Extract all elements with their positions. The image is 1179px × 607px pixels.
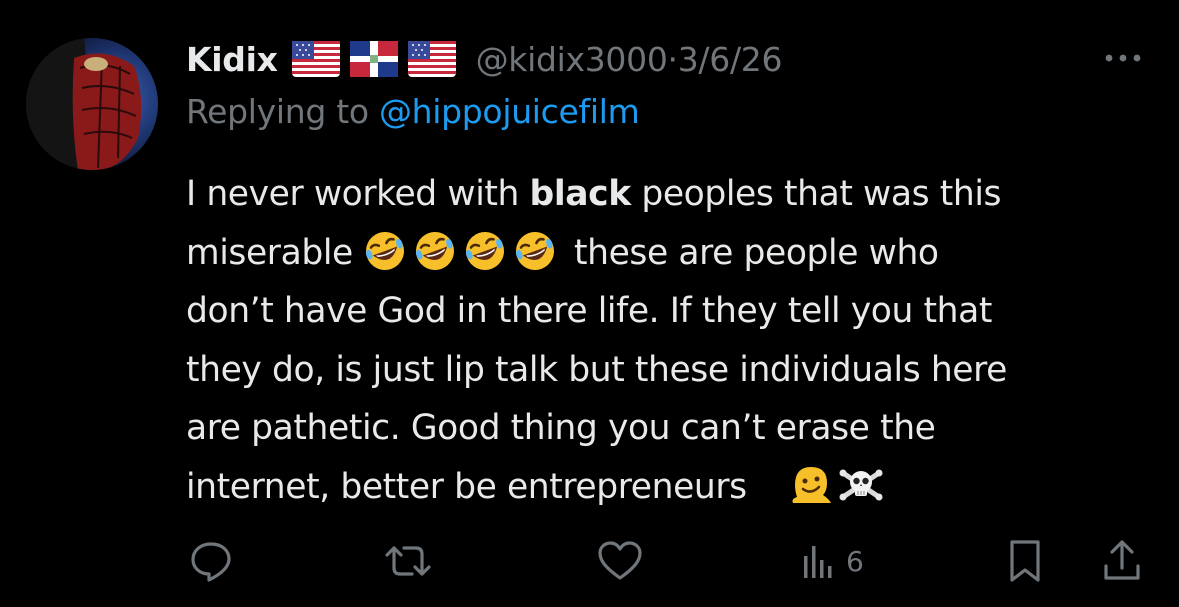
text-segment: I never worked with	[186, 174, 530, 214]
tweet-text: I never worked with black peoples that w…	[186, 165, 1161, 516]
tweet-text-line: they do, is just lip talk but these indi…	[186, 349, 1007, 390]
tweet-actions: 6	[0, 530, 1179, 590]
like-icon	[598, 541, 642, 580]
rolling-on-floor-laughing-emoji-icon	[463, 229, 507, 273]
reply-icon	[191, 542, 231, 582]
bookmark-button[interactable]	[1005, 538, 1045, 584]
repost-icon	[385, 546, 431, 576]
rolling-on-floor-laughing-emoji-icon	[363, 229, 407, 273]
tweet-text-line: internet, better be entrepreneurs	[186, 458, 1161, 517]
separator: ·	[667, 39, 679, 79]
reply-button[interactable]	[188, 538, 234, 584]
text-segment: miserable	[186, 232, 353, 273]
replying-to-label: Replying to	[186, 92, 369, 131]
replying-to: Replying to @hippojuicefilm	[186, 92, 640, 131]
share-icon	[1104, 540, 1140, 580]
more-options-icon[interactable]	[1101, 46, 1145, 70]
rolling-on-floor-laughing-emoji-icon	[413, 229, 457, 273]
melting-face-emoji-icon	[789, 463, 833, 507]
handle[interactable]: @kidix3000	[476, 40, 668, 79]
text-segment: internet, better be entrepreneurs	[186, 466, 747, 507]
views-icon	[804, 546, 832, 578]
repost-button[interactable]	[383, 538, 433, 584]
timestamp[interactable]: 3/6/26	[678, 40, 783, 79]
rolling-on-floor-laughing-emoji-icon	[513, 229, 557, 273]
us-flag-icon	[291, 41, 340, 77]
share-button[interactable]	[1100, 538, 1144, 584]
tweet-header: Kidix @kidix3000·3/6/26	[186, 34, 782, 84]
text-segment: peoples that was this	[630, 174, 1002, 214]
tweet[interactable]: Kidix @kidix3000·3/6/26 Replying to @hip…	[0, 0, 1179, 607]
tweet-text-line: I never worked with black peoples that w…	[186, 165, 1161, 224]
like-button[interactable]	[596, 538, 644, 584]
views-count: 6	[846, 544, 864, 578]
tweet-text-line: are pathetic. Good thing you can’t erase…	[186, 408, 936, 448]
flag-emojis	[291, 41, 456, 77]
views-button[interactable]: 6	[800, 538, 864, 584]
dominican-republic-flag-icon	[349, 41, 398, 77]
skull-and-crossbones-emoji-icon	[839, 463, 883, 507]
bookmark-icon	[1010, 540, 1040, 582]
us-flag-icon	[407, 41, 456, 77]
tweet-text-line: don’t have God in there life. If they te…	[186, 291, 992, 331]
handle-and-date: @kidix3000·3/6/26	[476, 40, 783, 79]
tweet-text-line: miserable these are people who	[186, 224, 1161, 283]
text-segment: these are people who	[563, 232, 939, 273]
avatar[interactable]	[26, 38, 158, 170]
replying-to-handle-link[interactable]: @hippojuicefilm	[379, 92, 640, 131]
display-name[interactable]: Kidix	[186, 40, 278, 79]
bold-text: black	[529, 174, 632, 214]
